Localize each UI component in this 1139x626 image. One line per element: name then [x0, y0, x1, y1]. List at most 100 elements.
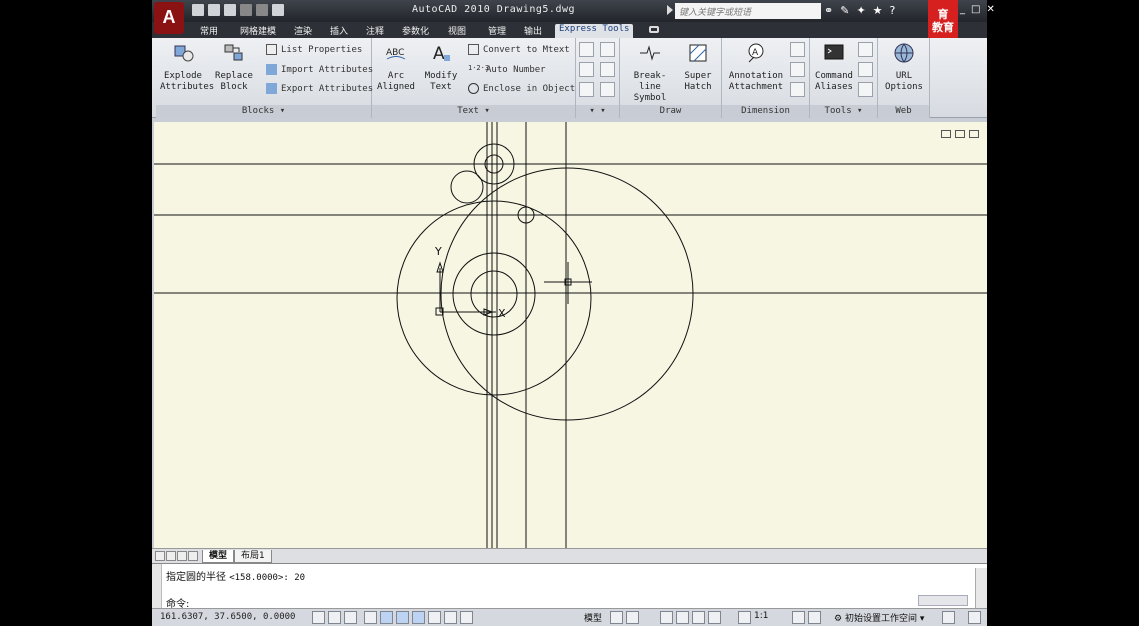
polar-tracking-button[interactable] — [364, 611, 377, 624]
wrench-icon[interactable]: ✎ — [840, 4, 849, 17]
tab-output[interactable]: 输出 — [520, 24, 546, 37]
annotation-attachment-button[interactable]: A Annotation Attachment — [726, 42, 786, 93]
auto-number-button[interactable]: 1·2·3 Auto Number — [468, 64, 546, 75]
toolbar-lock-icon[interactable] — [942, 611, 955, 624]
zoom-icon[interactable] — [676, 611, 689, 624]
draw-order-icon[interactable] — [579, 82, 594, 97]
export-attributes-button[interactable]: Export Attributes — [266, 83, 373, 94]
tab-render[interactable]: 渲染 — [290, 24, 316, 37]
close-button[interactable]: ✕ — [986, 4, 994, 15]
layout-grid-button[interactable] — [626, 611, 639, 624]
minimize-button[interactable]: _ — [960, 4, 965, 15]
enclose-in-object-button[interactable]: Enclose in Object — [468, 83, 575, 94]
tab-layout1[interactable]: 布局1 — [234, 550, 272, 563]
tab-parametric[interactable]: 参数化 — [398, 24, 433, 37]
dim-reassoc-icon[interactable] — [790, 82, 805, 97]
panel-title-text[interactable]: Text ▾ — [372, 105, 575, 118]
ribbon-toggle-icon[interactable] — [649, 26, 659, 33]
model-space-label[interactable]: 模型 — [584, 611, 602, 624]
help-icon[interactable]: ? — [890, 4, 896, 17]
first-layout-icon[interactable] — [155, 551, 165, 561]
break-line-symbol-button[interactable]: Break-line Symbol — [624, 42, 676, 104]
pin-icon[interactable]: ✦ — [856, 4, 865, 17]
system-variable-icon[interactable] — [858, 42, 873, 57]
panel-title-web[interactable]: Web — [878, 105, 929, 118]
dynamic-input-button[interactable] — [428, 611, 441, 624]
viewport-close-button[interactable] — [969, 130, 979, 138]
panel-title-draw[interactable]: Draw — [620, 105, 721, 118]
pan-icon[interactable] — [660, 611, 673, 624]
ortho-mode-button[interactable] — [344, 611, 357, 624]
osnap-tracking-button[interactable] — [396, 611, 409, 624]
super-hatch-button[interactable]: Super Hatch — [678, 42, 718, 93]
panel-title-modify[interactable]: ▾ ▾ — [576, 105, 619, 118]
showmotion-icon[interactable] — [708, 611, 721, 624]
object-snap-button[interactable] — [380, 611, 393, 624]
viewport-restore-button[interactable] — [955, 130, 965, 138]
tab-annotate[interactable]: 注释 — [362, 24, 388, 37]
list-properties-button[interactable]: List Properties — [266, 44, 362, 55]
search-expand-icon[interactable] — [667, 5, 673, 15]
tab-insert[interactable]: 插入 — [326, 24, 352, 37]
command-scrollbar[interactable] — [975, 568, 987, 608]
annotation-visibility-icon[interactable] — [792, 611, 805, 624]
redo-icon[interactable] — [256, 4, 268, 16]
convert-to-mtext-button[interactable]: Convert to Mtext — [468, 44, 570, 55]
command-horizontal-scrollbar[interactable] — [918, 595, 968, 606]
url-options-button[interactable]: URL Options — [880, 42, 928, 93]
annotation-scale[interactable]: 1:1 — [754, 611, 768, 621]
command-aliases-button[interactable]: Command Aliases — [812, 42, 856, 93]
last-layout-icon[interactable] — [188, 551, 198, 561]
snap-mode-button[interactable] — [312, 611, 325, 624]
stretch-icon[interactable] — [600, 62, 615, 77]
drawing-canvas[interactable]: Y X — [154, 122, 987, 548]
lineweight-button[interactable] — [444, 611, 457, 624]
steeringwheel-icon[interactable] — [692, 611, 705, 624]
panel-title-blocks[interactable]: Blocks ▾ — [156, 105, 371, 118]
arc-aligned-button[interactable]: ABC Arc Aligned — [374, 42, 418, 93]
modify-text-button[interactable]: A Modify Text — [418, 42, 464, 93]
undo-icon[interactable] — [240, 4, 252, 16]
star-icon[interactable]: ★ — [873, 4, 883, 17]
application-menu-button[interactable]: A — [154, 2, 184, 34]
image-tools-icon[interactable] — [600, 82, 615, 97]
layer-tools-icon[interactable] — [600, 42, 615, 57]
coordinate-readout[interactable]: 161.6307, 37.6500, 0.0000 — [160, 612, 295, 622]
clean-screen-icon[interactable] — [968, 611, 981, 624]
print-icon[interactable] — [272, 4, 284, 16]
next-layout-icon[interactable] — [177, 551, 187, 561]
make-linetype-icon[interactable] — [858, 82, 873, 97]
new-file-icon[interactable] — [192, 4, 204, 16]
workspace-switcher[interactable]: ⚙ 初始设置工作空间 ▾ — [834, 611, 924, 624]
tab-home[interactable]: 常用 — [196, 24, 222, 37]
explode-attributes-button[interactable]: Explode Attributes — [160, 42, 214, 93]
dynamic-ucs-button[interactable] — [412, 611, 425, 624]
tab-manage[interactable]: 管理 — [484, 24, 510, 37]
select-similar-icon[interactable] — [579, 42, 594, 57]
tab-mesh-modeling[interactable]: 网格建模 — [236, 24, 280, 37]
layout-view-button[interactable] — [610, 611, 623, 624]
import-attributes-button[interactable]: Import Attributes — [266, 64, 373, 75]
tab-model[interactable]: 模型 — [202, 550, 235, 563]
move-copy-icon[interactable] — [579, 62, 594, 77]
command-line-grip[interactable] — [152, 564, 162, 609]
tab-view[interactable]: 视图 — [444, 24, 470, 37]
maximize-button[interactable]: □ — [971, 4, 980, 15]
binoculars-icon[interactable]: ⚭ — [824, 4, 833, 17]
replace-block-button[interactable]: Replace Block — [214, 42, 254, 93]
prev-layout-icon[interactable] — [166, 551, 176, 561]
grid-display-button[interactable] — [328, 611, 341, 624]
panel-title-tools[interactable]: Tools ▾ — [810, 105, 877, 118]
quick-properties-button[interactable] — [460, 611, 473, 624]
redefine-path-icon[interactable] — [858, 62, 873, 77]
save-icon[interactable] — [224, 4, 236, 16]
panel-title-dimension[interactable]: Dimension — [722, 105, 809, 118]
dim-style-icon[interactable] — [790, 42, 805, 57]
auto-scale-icon[interactable] — [808, 611, 821, 624]
open-file-icon[interactable] — [208, 4, 220, 16]
search-input[interactable]: 键入关键字或短语 — [675, 3, 821, 19]
viewport-minimize-button[interactable] — [941, 130, 951, 138]
tab-express-tools[interactable]: Express Tools — [555, 24, 634, 38]
dim-override-icon[interactable] — [790, 62, 805, 77]
annotation-scale-icon[interactable] — [738, 611, 751, 624]
